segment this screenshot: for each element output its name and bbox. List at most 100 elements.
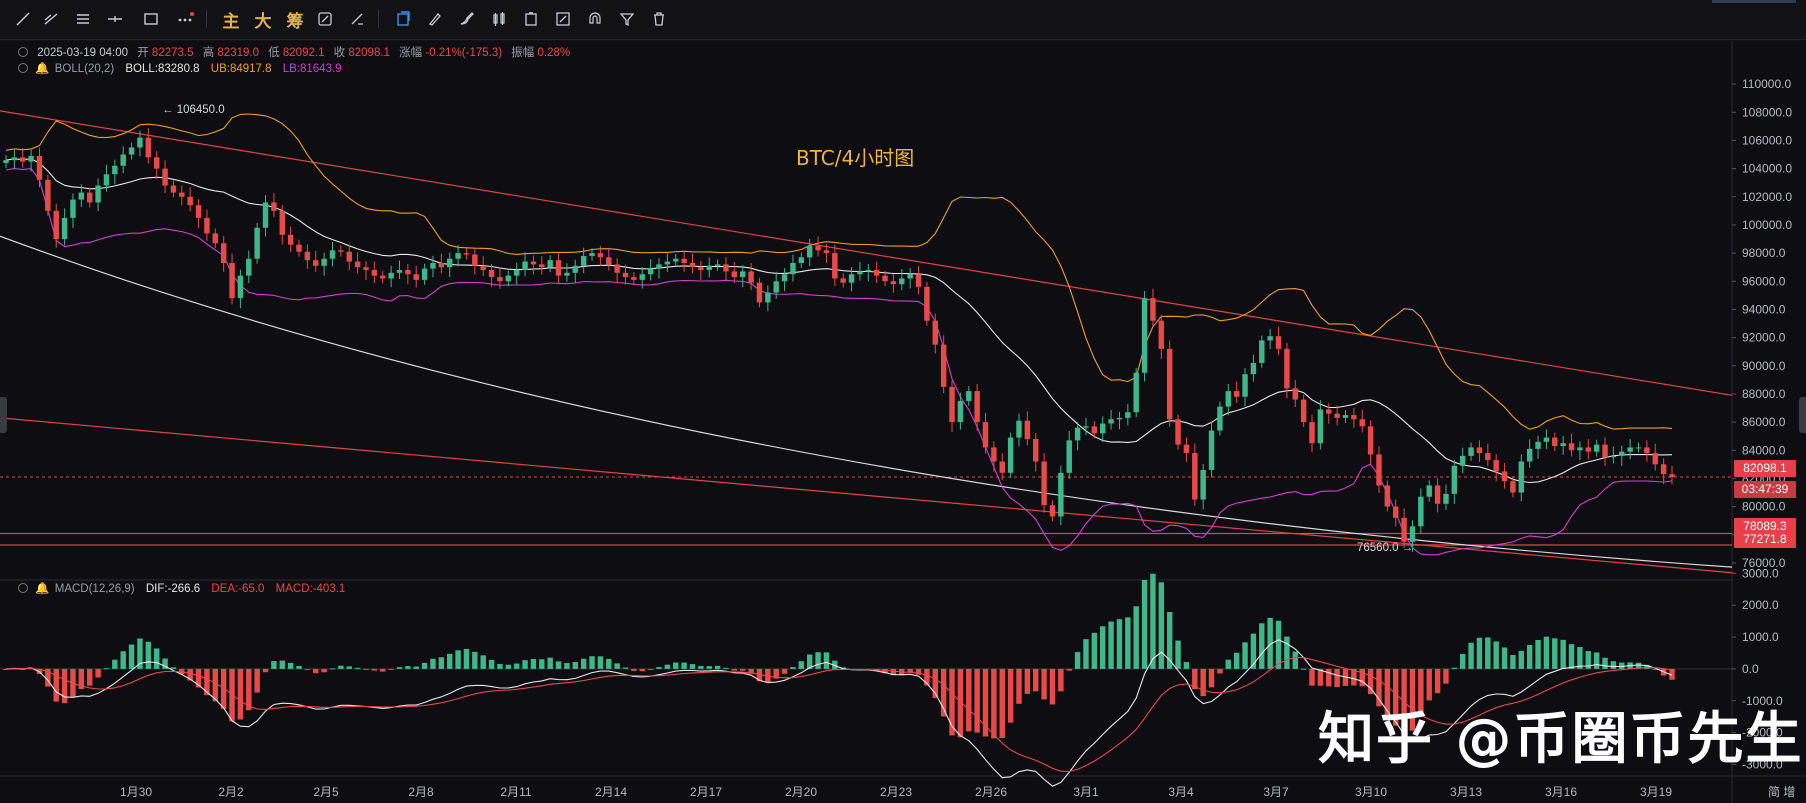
- chips-button[interactable]: 筹: [284, 8, 306, 31]
- macd-bar: [1476, 637, 1483, 669]
- price-tick-label: 100000.0: [1742, 218, 1792, 232]
- time-tick-label: 3月16: [1545, 785, 1577, 799]
- candle-body: [622, 272, 629, 278]
- more-icon[interactable]: [174, 8, 196, 30]
- boll-lb-label: LB:: [282, 63, 300, 75]
- chart-title: BTC/4小时图: [796, 146, 915, 170]
- candle-body: [1192, 453, 1198, 500]
- candle-body: [1669, 474, 1675, 478]
- macd-bar: [321, 668, 327, 673]
- candle-body: [781, 274, 788, 282]
- macd-bar: [413, 666, 419, 669]
- macd-bar: [1150, 573, 1156, 669]
- collapse-icon[interactable]: [18, 47, 28, 57]
- candle-body: [287, 234, 294, 245]
- candle-body: [530, 261, 537, 265]
- macd-bar: [396, 667, 403, 669]
- right-scroll-handle[interactable]: [1799, 397, 1806, 433]
- candle-body: [1652, 453, 1658, 465]
- candle-body: [1602, 444, 1608, 458]
- candle-body: [639, 274, 645, 280]
- left-scroll-handle[interactable]: [0, 397, 7, 433]
- macd-name[interactable]: MACD(12,26,9): [55, 583, 135, 595]
- horizontal-ray-icon[interactable]: [40, 8, 62, 30]
- trash-icon[interactable]: [648, 8, 670, 30]
- macd-bar: [966, 668, 972, 732]
- candles-icon[interactable]: [488, 8, 510, 30]
- note-edit-icon[interactable]: [552, 8, 574, 30]
- candle-body: [1560, 443, 1566, 447]
- collapse-icon[interactable]: [18, 583, 28, 593]
- time-tick-label: 3月1: [1073, 785, 1099, 799]
- candle-body: [589, 253, 595, 256]
- candle-body: [1334, 413, 1340, 418]
- brush-icon[interactable]: [456, 8, 478, 30]
- candle-body: [246, 258, 252, 276]
- macd-bar: [589, 656, 595, 669]
- macd-bar: [1518, 650, 1525, 669]
- copy-icon[interactable]: [392, 8, 414, 30]
- boll-name[interactable]: BOLL(20,2): [55, 63, 114, 75]
- candle-body: [681, 258, 687, 263]
- macd-bar: [455, 650, 461, 669]
- macd-bar: [1602, 657, 1608, 669]
- candle-body: [472, 254, 478, 266]
- low-marker: 76560.0 →: [1357, 542, 1414, 554]
- macd-bar: [95, 668, 101, 678]
- collapse-icon[interactable]: [18, 63, 28, 73]
- clipboard-icon[interactable]: [520, 8, 542, 30]
- rectangle-icon[interactable]: [140, 8, 162, 30]
- large-button[interactable]: 大: [252, 8, 274, 31]
- magnet-snap-icon[interactable]: [584, 8, 606, 30]
- main-chart-button[interactable]: 主: [220, 8, 242, 31]
- pencil-icon[interactable]: [424, 8, 446, 30]
- macd-bar: [1225, 659, 1232, 669]
- candle-body: [1284, 348, 1290, 389]
- candle-body: [1083, 426, 1089, 428]
- macd-bar: [380, 668, 386, 672]
- macd-bar: [463, 648, 470, 669]
- candle-body: [882, 275, 888, 282]
- candle-body: [1342, 415, 1349, 418]
- macd-bar: [446, 653, 453, 669]
- candle-body: [120, 154, 126, 166]
- macd-bar: [564, 663, 570, 669]
- price-tick-label: 94000.0: [1742, 302, 1786, 316]
- candle-body: [513, 270, 520, 276]
- magnet-icon[interactable]: [314, 8, 336, 30]
- bell-icon[interactable]: 🔔: [35, 63, 49, 75]
- candle-body: [1300, 399, 1307, 423]
- candle-body: [1401, 517, 1407, 542]
- bell-icon[interactable]: 🔔: [35, 583, 49, 595]
- macd-bar: [1116, 619, 1123, 669]
- macd-bar: [505, 664, 512, 669]
- candle-body: [790, 262, 796, 275]
- trend-line-icon[interactable]: [12, 8, 34, 30]
- macd-bar: [405, 666, 411, 669]
- candle-body: [497, 277, 503, 282]
- macd-bar: [999, 668, 1005, 738]
- candle-body: [1326, 409, 1332, 414]
- candle-body: [296, 244, 302, 252]
- boll-mid-label: BOLL:: [125, 63, 158, 75]
- candle-body: [11, 157, 18, 161]
- macd-bar: [53, 668, 59, 702]
- candle-body: [1150, 298, 1156, 321]
- macd-dea-value: -65.0: [238, 583, 265, 595]
- candle-body: [865, 270, 872, 272]
- horizontal-line-icon[interactable]: [104, 8, 126, 30]
- filter-icon[interactable]: [616, 8, 638, 30]
- time-tick-label: 2月8: [408, 785, 434, 799]
- parallel-lines-icon[interactable]: [72, 8, 94, 30]
- candle-body: [321, 258, 327, 266]
- candle-body: [765, 292, 771, 303]
- price-tick-label: 98000.0: [1742, 246, 1786, 260]
- macd-bar: [363, 668, 369, 670]
- candle-body: [430, 262, 436, 269]
- macd-bar: [371, 668, 378, 671]
- macd-bar: [1543, 636, 1550, 669]
- eraser-icon[interactable]: [346, 8, 368, 30]
- macd-bar: [1074, 652, 1081, 669]
- macd-bar: [1133, 606, 1139, 669]
- macd-bar: [614, 663, 620, 669]
